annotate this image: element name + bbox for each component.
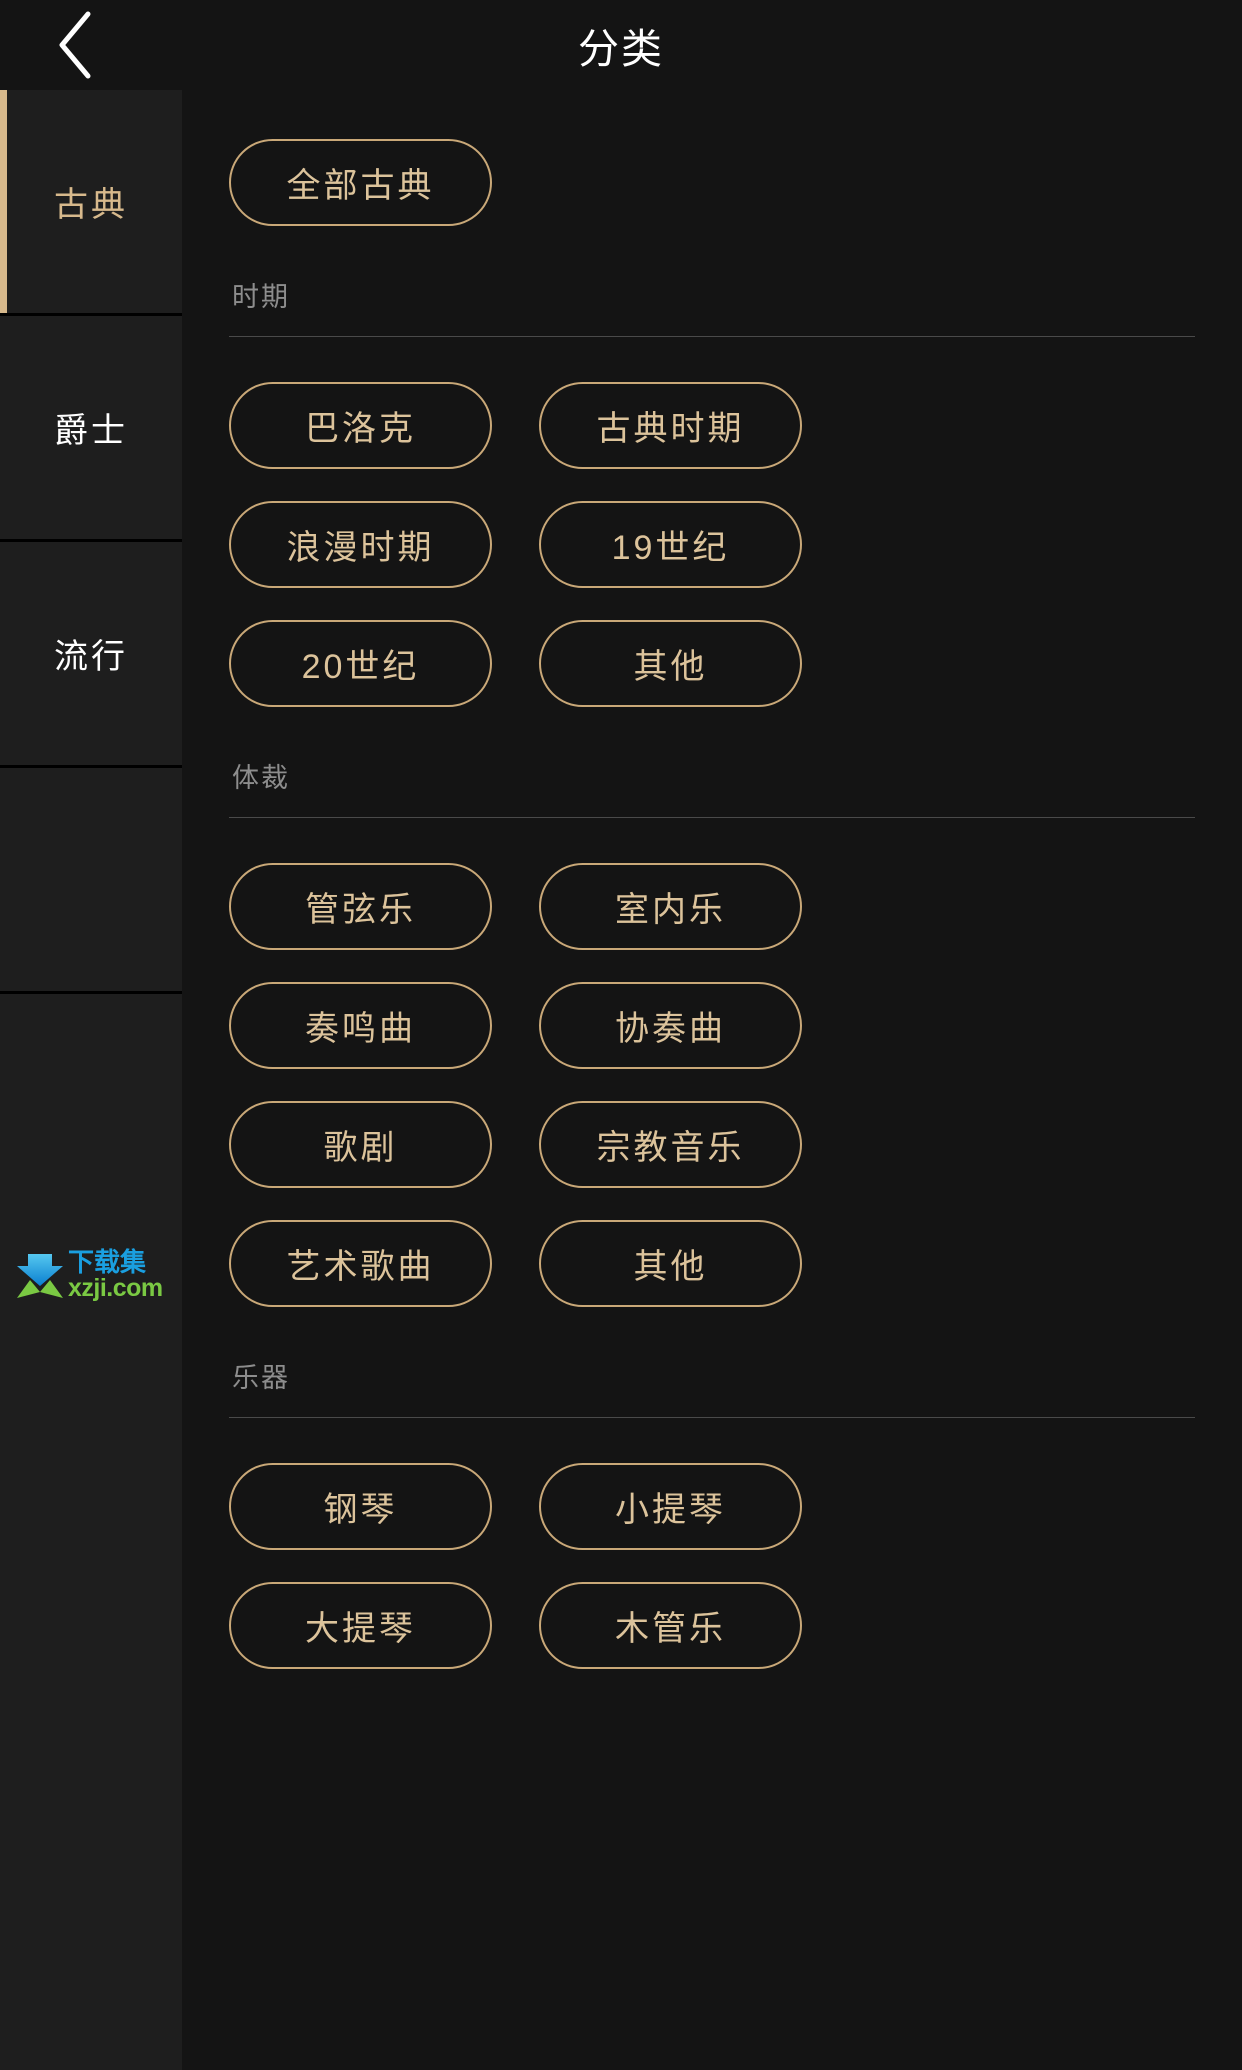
- filter-group-period: 巴洛克 古典时期 浪漫时期 19世纪 20世纪 其他: [229, 382, 1195, 707]
- section-label-instrument: 乐器: [232, 1363, 290, 1393]
- filter-pill-label: 19世纪: [611, 529, 730, 567]
- filter-pill-opera[interactable]: 歌剧: [229, 1101, 492, 1188]
- filter-pill-label: 管弦乐: [305, 891, 416, 929]
- filter-panel: 全部古典 时期 巴洛克 古典时期 浪漫时期 19世纪 20世纪 其他 体裁 管弦…: [182, 90, 1242, 2070]
- sidebar-item-classical[interactable]: 古典: [0, 90, 182, 316]
- category-screen: 分类 古典 爵士 流行 下载集 xzji.com 全部古典 时期 巴洛克 古典时…: [0, 0, 1242, 2070]
- filter-group-instrument: 钢琴 小提琴 大提琴 木管乐: [229, 1463, 1195, 1669]
- all-classical-row: 全部古典: [229, 90, 1195, 226]
- filter-group-genre: 管弦乐 室内乐 奏鸣曲 协奏曲 歌剧 宗教音乐 艺术歌曲 其他: [229, 863, 1195, 1307]
- filter-pill-piano[interactable]: 钢琴: [229, 1463, 492, 1550]
- filter-pill-cello[interactable]: 大提琴: [229, 1582, 492, 1669]
- content-area: 古典 爵士 流行 下载集 xzji.com 全部古典 时期 巴洛克 古典时期 浪…: [0, 90, 1242, 2070]
- filter-pill-label: 钢琴: [323, 1491, 398, 1529]
- page-title: 分类: [578, 26, 664, 72]
- filter-pill-label: 浪漫时期: [286, 529, 435, 567]
- filter-pill-20th-century[interactable]: 20世纪: [229, 620, 492, 707]
- watermark-url: xzji.com: [68, 1274, 163, 1302]
- chevron-left-icon: [52, 8, 98, 82]
- filter-pill-19th-century[interactable]: 19世纪: [539, 501, 802, 588]
- filter-pill-genre-other[interactable]: 其他: [539, 1220, 802, 1307]
- filter-pill-baroque[interactable]: 巴洛克: [229, 382, 492, 469]
- filter-pill-classical-period[interactable]: 古典时期: [539, 382, 802, 469]
- filter-pill-romantic-period[interactable]: 浪漫时期: [229, 501, 492, 588]
- filter-pill-sacred-music[interactable]: 宗教音乐: [539, 1101, 802, 1188]
- filter-pill-violin[interactable]: 小提琴: [539, 1463, 802, 1550]
- sidebar-item-pop[interactable]: 流行: [0, 542, 182, 768]
- sidebar-item-label: 爵士: [54, 412, 128, 450]
- filter-pill-woodwind[interactable]: 木管乐: [539, 1582, 802, 1669]
- filter-pill-label: 木管乐: [615, 1610, 726, 1648]
- filter-pill-art-song[interactable]: 艺术歌曲: [229, 1220, 492, 1307]
- watermark-text: 下载集 xzji.com: [68, 1249, 163, 1301]
- filter-pill-label: 艺术歌曲: [286, 1248, 435, 1286]
- filter-pill-orchestral[interactable]: 管弦乐: [229, 863, 492, 950]
- app-header: 分类: [0, 0, 1242, 90]
- filter-pill-sonata[interactable]: 奏鸣曲: [229, 982, 492, 1069]
- sidebar-item-label: 古典: [54, 186, 128, 224]
- filter-pill-concerto[interactable]: 协奏曲: [539, 982, 802, 1069]
- sidebar-item-label: 流行: [54, 638, 128, 676]
- category-sidebar: 古典 爵士 流行 下载集 xzji.com: [0, 90, 182, 2070]
- xzji-arrow-logo-icon: [16, 1250, 64, 1300]
- section-label-period: 时期: [232, 282, 290, 312]
- filter-pill-period-other[interactable]: 其他: [539, 620, 802, 707]
- filter-pill-label: 歌剧: [323, 1129, 398, 1167]
- filter-pill-label: 协奏曲: [615, 1010, 726, 1048]
- sidebar-item-empty[interactable]: [0, 768, 182, 994]
- filter-pill-chamber[interactable]: 室内乐: [539, 863, 802, 950]
- section-label-genre: 体裁: [232, 763, 290, 793]
- filter-pill-label: 20世纪: [301, 648, 420, 686]
- filter-pill-label: 小提琴: [615, 1491, 726, 1529]
- filter-pill-label: 其他: [633, 1248, 708, 1286]
- filter-pill-label: 大提琴: [305, 1610, 416, 1648]
- filter-pill-label: 奏鸣曲: [305, 1010, 416, 1048]
- filter-pill-all-classical[interactable]: 全部古典: [229, 139, 492, 226]
- filter-pill-label: 其他: [633, 648, 708, 686]
- sidebar-item-jazz[interactable]: 爵士: [0, 316, 182, 542]
- filter-pill-label: 全部古典: [286, 167, 435, 205]
- section-divider: [229, 817, 1195, 818]
- filter-pill-label: 巴洛克: [305, 410, 416, 448]
- section-divider: [229, 1417, 1195, 1418]
- watermark-brand: 下载集: [68, 1247, 147, 1277]
- watermark: 下载集 xzji.com: [16, 1240, 166, 1310]
- section-divider: [229, 336, 1195, 337]
- back-button[interactable]: [30, 0, 120, 90]
- filter-pill-label: 室内乐: [615, 891, 726, 929]
- filter-pill-label: 宗教音乐: [596, 1129, 745, 1167]
- filter-pill-label: 古典时期: [596, 410, 745, 448]
